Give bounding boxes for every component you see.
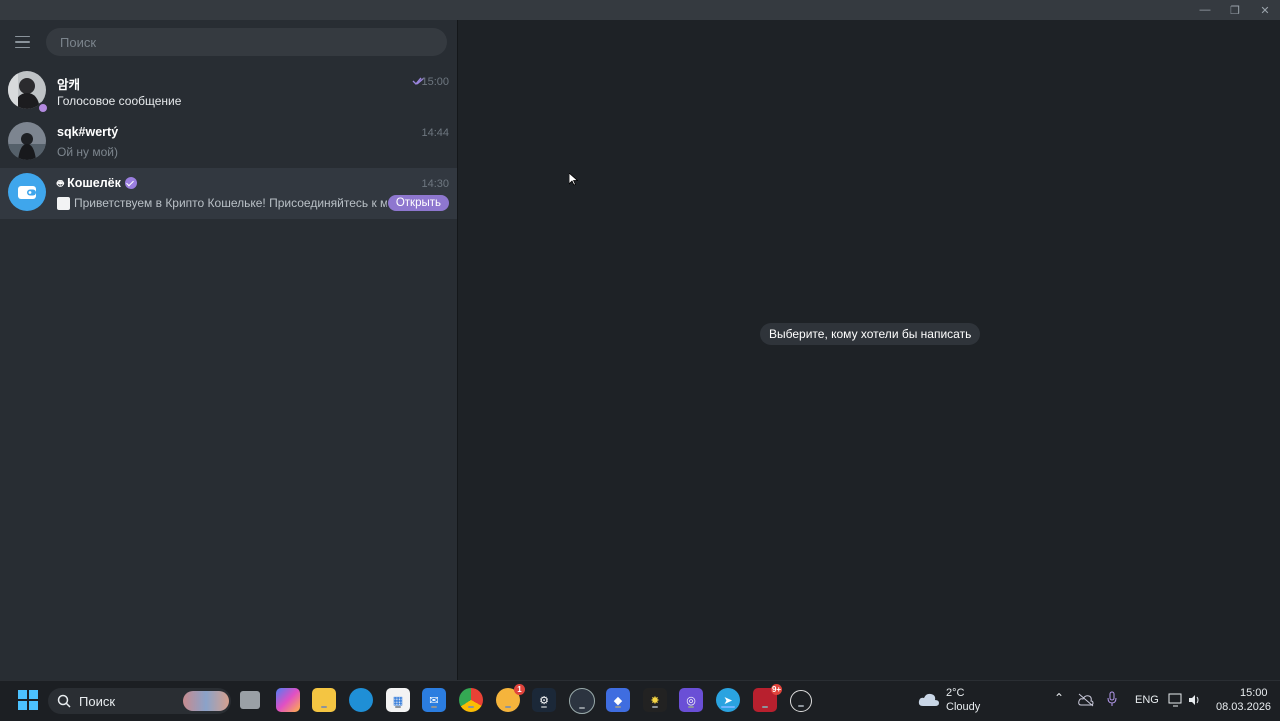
bot-icon: 🤖︎ [57, 178, 64, 190]
hamburger-menu-icon[interactable] [10, 32, 34, 52]
chat-item[interactable]: 🤖︎ Кошелёк 14:30 Приветствуем в Крипто К… [0, 168, 457, 219]
taskbar-search-label: Поиск [79, 694, 116, 709]
search-highlight-image [183, 691, 229, 711]
weather-temperature[interactable]: 2°C [946, 687, 964, 699]
message-thumbnail-icon [57, 196, 70, 210]
chat-item[interactable]: sqk#wertý 14:44 Ой ну мой) [0, 117, 457, 168]
telegram-icon[interactable]: ➤ [716, 688, 740, 712]
network-icon[interactable] [1168, 693, 1184, 707]
mail-icon[interactable]: ✉ [422, 688, 446, 712]
chrome-icon[interactable] [459, 688, 483, 712]
discord-icon[interactable]: 1 [496, 684, 525, 712]
wallet-icon [8, 173, 46, 211]
game-launcher-icon[interactable]: ✸ [643, 688, 667, 712]
volume-icon[interactable] [1188, 693, 1202, 707]
chat-item[interactable]: 암캐 15:00 Голосовое сообщение [0, 66, 457, 117]
notification-badge: 9+ [771, 684, 782, 695]
chat-preview: Голосовое сообщение [57, 94, 182, 108]
app-icon[interactable] [569, 688, 595, 714]
clock-date[interactable]: 08.03.2026 [1216, 701, 1271, 713]
taskbar-search[interactable]: Поиск [48, 688, 231, 714]
chat-time: 14:44 [421, 127, 449, 139]
game-icon[interactable]: 9+ [753, 684, 782, 712]
steam-icon[interactable]: ⚙ [532, 688, 556, 712]
edge-icon[interactable] [349, 688, 373, 712]
search-input[interactable] [46, 28, 447, 56]
cloud-off-icon[interactable] [1078, 693, 1094, 707]
chat-time: 14:30 [421, 178, 449, 190]
steering-icon[interactable] [790, 690, 812, 712]
chat-preview: Ой ну мой) [57, 145, 118, 159]
mouse-cursor-icon [569, 173, 578, 186]
chevron-up-icon[interactable]: ⌃ [1054, 691, 1064, 705]
avatar [8, 122, 46, 160]
restore-button[interactable]: ❐ [1220, 0, 1250, 20]
windows-start-icon[interactable] [16, 688, 40, 712]
chat-app-icon[interactable]: ◎ [679, 688, 703, 712]
chat-area [458, 20, 1280, 680]
search-icon [57, 694, 71, 708]
minimize-button[interactable]: — [1190, 0, 1220, 20]
close-button[interactable]: ✕ [1250, 0, 1280, 20]
clock-time[interactable]: 15:00 [1240, 687, 1268, 699]
cloudy-weather-icon[interactable] [918, 691, 940, 707]
roblox-icon[interactable]: ◆ [606, 688, 630, 712]
microphone-icon[interactable] [1107, 691, 1117, 707]
empty-state-message: Выберите, кому хотели бы написать [760, 323, 981, 345]
chat-name: sqk#wertý [57, 125, 119, 139]
language-indicator[interactable]: ENG [1135, 694, 1159, 706]
open-button[interactable]: Открыть [387, 195, 449, 211]
chat-preview: Приветствуем в Крипто Кошельке! Присоеди… [57, 196, 387, 210]
windows-taskbar: Поиск ▦ ✉ 1 ⚙ ◆ ✸ ◎ ➤ 9+ 2°C Cloudy ⌃ EN… [0, 680, 1280, 721]
window-titlebar: — ❐ ✕ [0, 0, 1280, 20]
chat-name: 🤖︎ Кошелёк [57, 176, 137, 192]
notification-badge: 1 [514, 684, 525, 695]
verified-icon [124, 177, 137, 189]
file-explorer-icon[interactable] [312, 688, 336, 712]
chat-list-sidebar: 암캐 15:00 Голосовое сообщение sqk#wertý 1… [0, 20, 457, 680]
chat-name: 암캐 [57, 78, 81, 92]
copilot-icon[interactable] [276, 688, 300, 712]
weather-description[interactable]: Cloudy [946, 701, 980, 713]
online-status-dot [37, 102, 49, 114]
chat-time: 15:00 [421, 76, 449, 88]
microsoft-store-icon[interactable]: ▦ [386, 688, 410, 712]
task-view-icon[interactable] [240, 691, 260, 709]
